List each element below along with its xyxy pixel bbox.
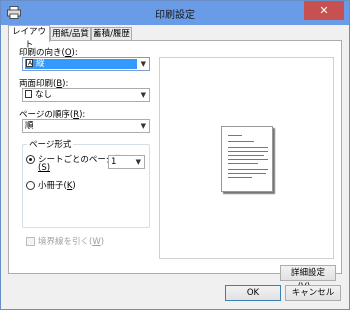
- page-order-select[interactable]: 順 ▼: [22, 119, 150, 133]
- advanced-settings-button[interactable]: 詳細設定(V)...: [280, 265, 336, 292]
- preview-text-line: [228, 177, 252, 178]
- border-checkbox-label: 境界線を引く(W): [38, 237, 105, 247]
- tab-layout[interactable]: レイアウト: [8, 25, 50, 50]
- layout-tab-panel: 印刷の向き(O): A縦 ▼ 両面印刷(B): なし ▼ ページの順序(R): …: [8, 40, 342, 292]
- preview-text-line: [228, 169, 268, 170]
- cancel-button[interactable]: キャンセル: [285, 285, 341, 301]
- portrait-icon: A: [26, 59, 33, 67]
- preview-text-line: [228, 173, 266, 174]
- title-bar[interactable]: 印刷設定 ✕: [1, 1, 349, 25]
- tab-paper-quality[interactable]: 用紙/品質: [50, 27, 91, 41]
- pages-per-sheet-radio[interactable]: [26, 155, 35, 164]
- page-icon: [25, 90, 32, 98]
- dialog-body: レイアウト 用紙/品質 蓄積/履歴 印刷の向き(O): A縦 ▼ 両面印刷(B)…: [6, 25, 344, 305]
- ok-button[interactable]: OK: [225, 285, 281, 301]
- preview-page: [221, 126, 273, 192]
- border-checkbox[interactable]: [26, 237, 35, 246]
- booklet-label: 小冊子(K): [38, 181, 76, 191]
- page-preview: [159, 57, 334, 259]
- page-format-group-title: ページ形式: [27, 138, 74, 150]
- duplex-value: なし: [25, 90, 52, 100]
- preview-text-line: [228, 135, 242, 136]
- duplex-select[interactable]: なし ▼: [22, 88, 150, 102]
- preview-text-line: [228, 155, 264, 156]
- preview-text-line: [228, 159, 268, 160]
- chevron-down-icon: ▼: [140, 60, 146, 68]
- preview-text-line: [228, 141, 254, 142]
- chevron-down-icon: ▼: [135, 158, 141, 166]
- chevron-down-icon: ▼: [140, 91, 146, 99]
- pages-per-sheet-select[interactable]: 1 ▼: [108, 155, 145, 169]
- orientation-select[interactable]: A縦 ▼: [22, 57, 150, 71]
- preview-text-line: [228, 151, 268, 152]
- close-button[interactable]: ✕: [304, 1, 344, 20]
- preview-text-line: [228, 147, 268, 148]
- tab-storage-history[interactable]: 蓄積/履歴: [91, 27, 132, 41]
- pages-per-sheet-key: (S): [38, 163, 51, 173]
- preview-text-line: [228, 163, 258, 164]
- booklet-radio[interactable]: [26, 181, 35, 190]
- chevron-down-icon: ▼: [140, 122, 146, 130]
- window-title: 印刷設定: [155, 10, 195, 21]
- print-settings-dialog: 印刷設定 ✕ レイアウト 用紙/品質 蓄積/履歴 印刷の向き(O): A縦 ▼ …: [0, 0, 350, 310]
- page-order-value: 順: [25, 121, 34, 131]
- pages-per-sheet-value: 1: [111, 157, 117, 167]
- orientation-value: A縦: [25, 59, 137, 69]
